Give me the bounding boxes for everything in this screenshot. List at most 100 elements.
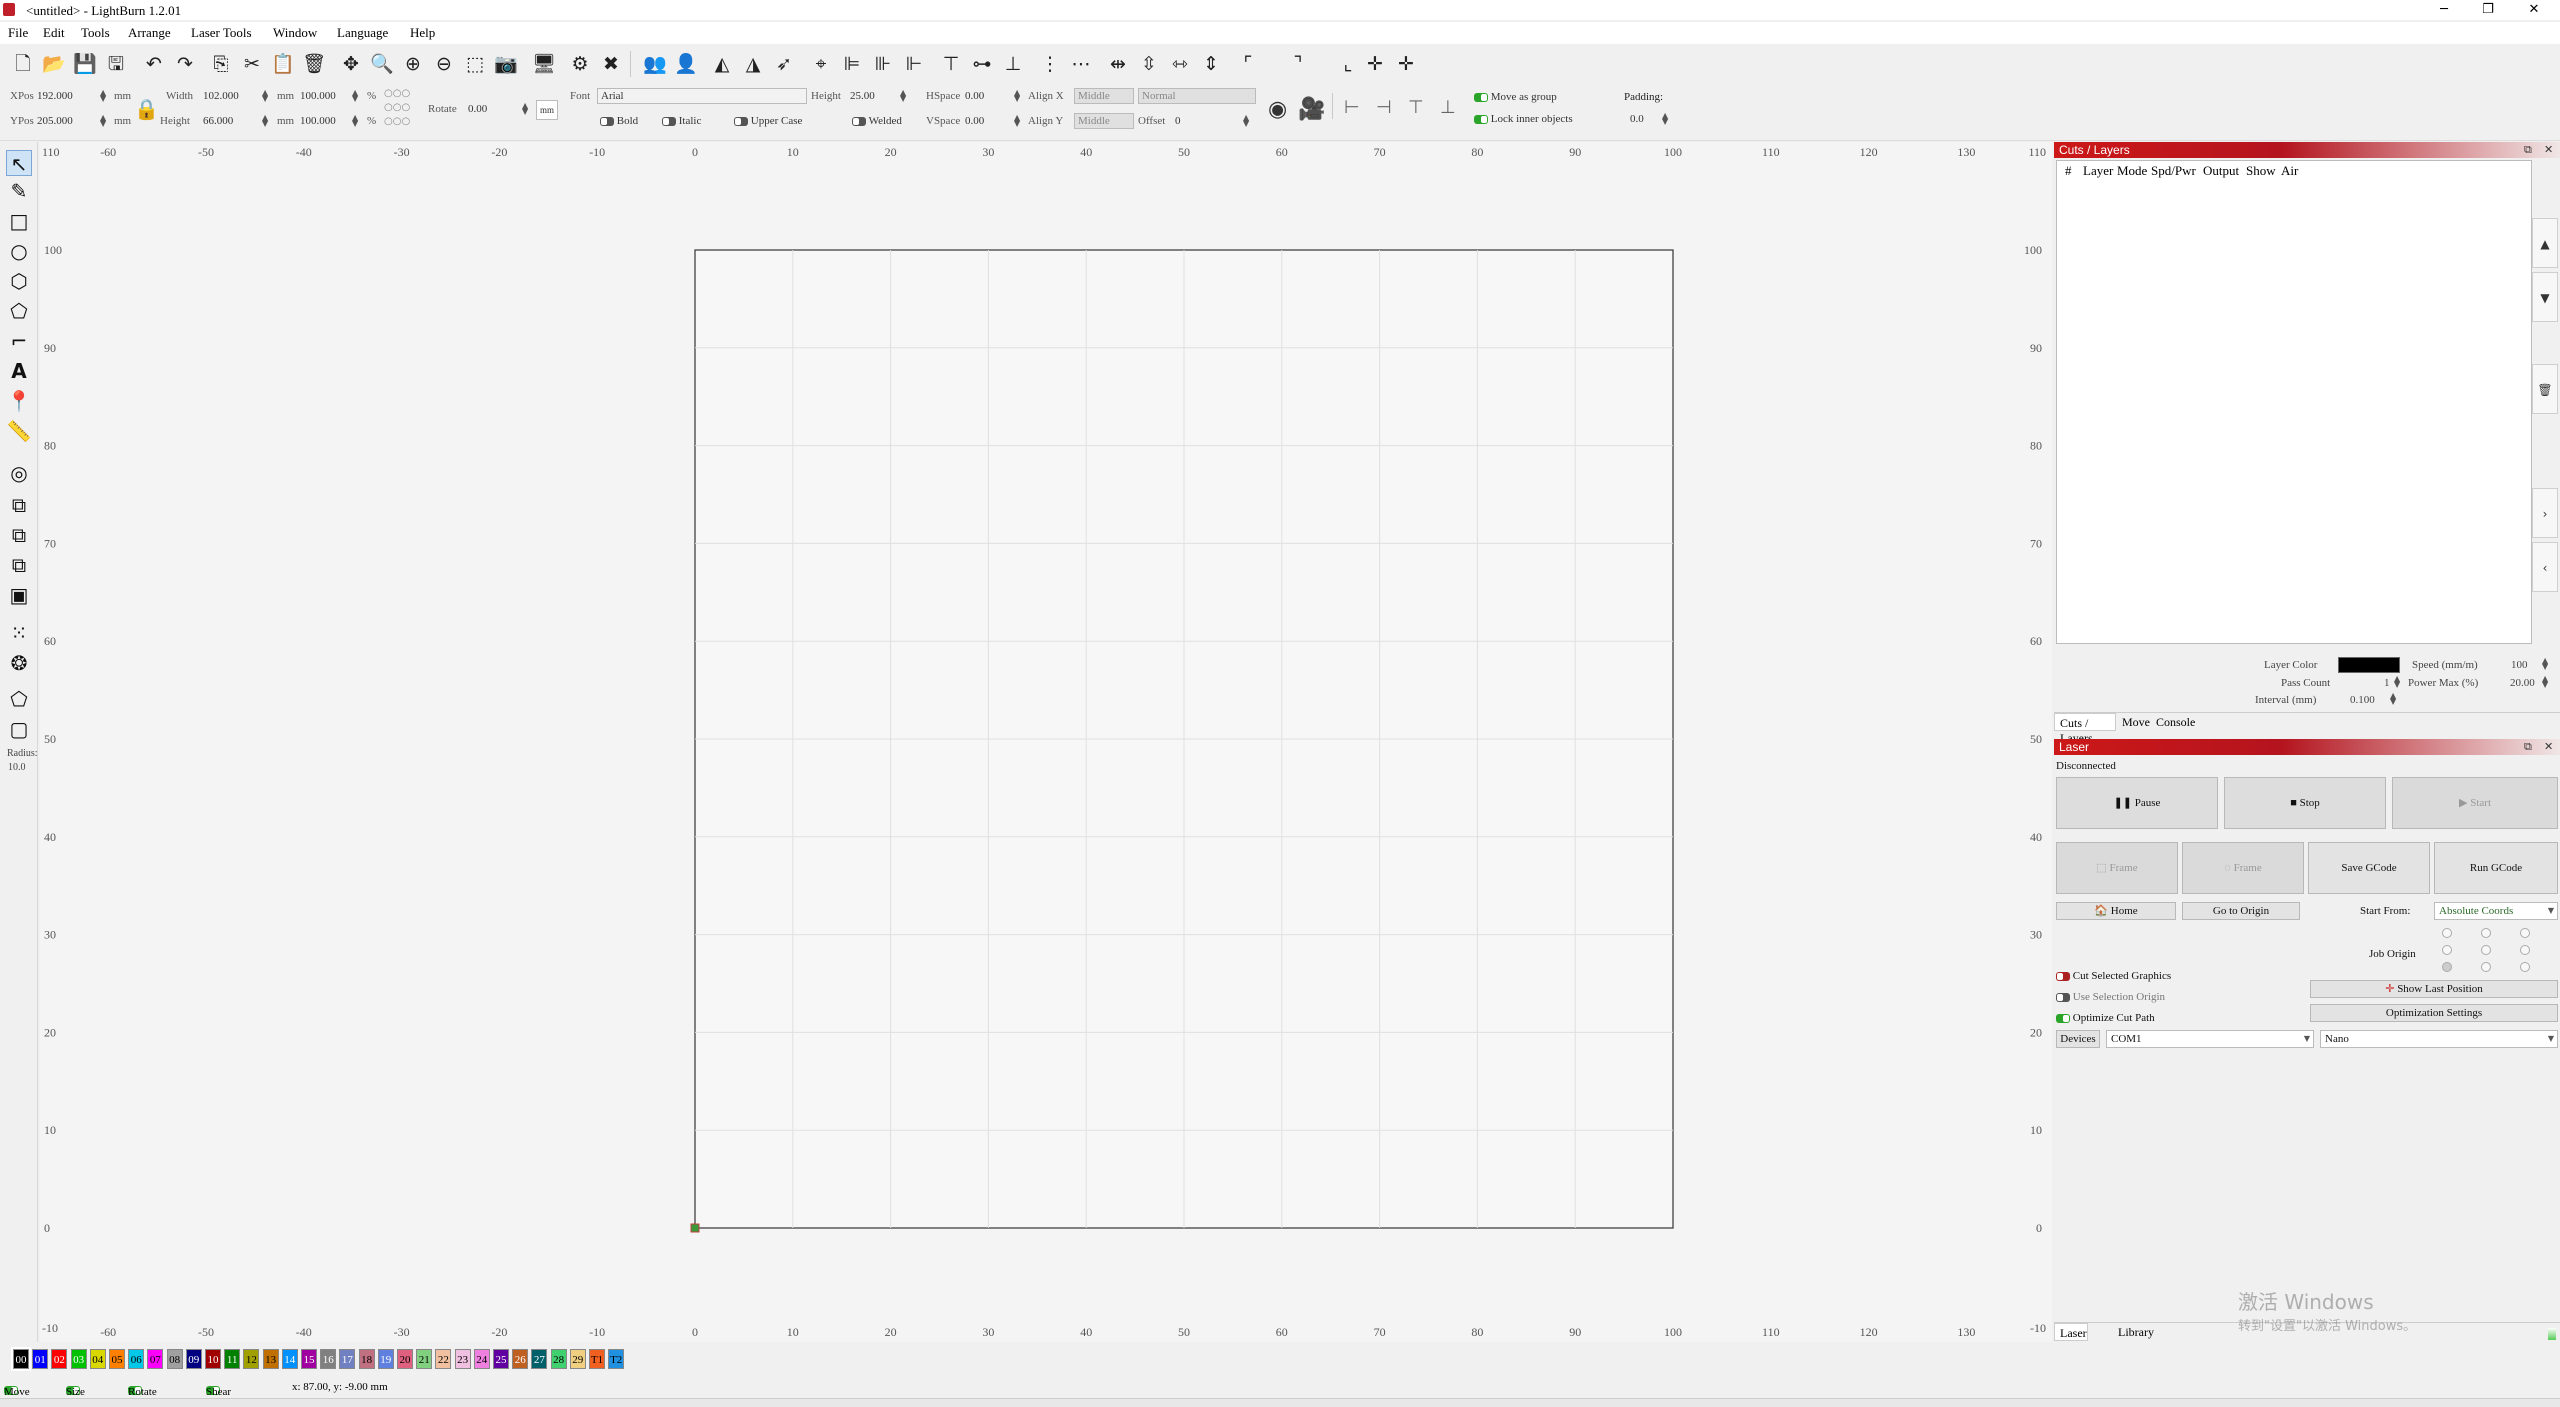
copy-icon[interactable]: ⎘ (208, 51, 234, 77)
palette-swatch-08[interactable]: 08 (166, 1349, 183, 1369)
origin-radio-bl[interactable] (2442, 962, 2452, 972)
panel-close-icon[interactable]: ✕ (2544, 142, 2553, 158)
xpos-input[interactable]: 192.000 (37, 90, 73, 102)
palette-swatch-12[interactable]: 12 (243, 1349, 260, 1369)
scale-w-input[interactable]: 100.000 (300, 90, 336, 102)
align-left-icon[interactable]: ⊫ (839, 51, 865, 77)
circular-array-icon[interactable]: ❂ (6, 650, 32, 676)
show-last-position-button[interactable]: ✛ Show Last Position (2310, 980, 2558, 998)
position-pin-icon[interactable]: 📍 (6, 388, 32, 414)
weld-icon[interactable]: ⧉ (6, 492, 32, 518)
origin-radio-tl[interactable] (2442, 928, 2452, 938)
boolean-intersect-icon[interactable]: ▣ (6, 582, 32, 608)
move-as-group-toggle[interactable]: Move as group (1474, 91, 1557, 103)
palette-swatch-04[interactable]: 04 (89, 1349, 106, 1369)
line-tool-icon[interactable]: ⌐ (6, 328, 32, 354)
tab-cuts-layers[interactable]: Cuts / Layers (2054, 713, 2116, 745)
ellipse-icon[interactable]: ○ (6, 238, 32, 264)
palette-swatch-17[interactable]: 17 (339, 1349, 356, 1369)
col-layer[interactable]: Layer (2083, 163, 2113, 179)
hspace-input[interactable]: 0.00 (965, 90, 984, 102)
layer-table[interactable]: # Layer Mode Spd/Pwr Output Show Air (2056, 160, 2532, 644)
align-right-icon[interactable]: ⊩ (901, 51, 927, 77)
use-selection-origin-toggle[interactable]: Use Selection Origin (2056, 991, 2165, 1003)
home-button[interactable]: 🏠 Home (2056, 902, 2176, 920)
palette-swatch-16[interactable]: 16 (320, 1349, 337, 1369)
xpos-spinner[interactable]: ▲ ▼ (100, 89, 106, 103)
italic-switch[interactable] (662, 116, 676, 126)
mirror-icon[interactable]: ◮ (740, 51, 766, 77)
corner-bl-icon[interactable]: ⌞ (1335, 51, 1361, 77)
origin-radio-ml[interactable] (2442, 945, 2452, 955)
col-mode[interactable]: Mode (2117, 163, 2147, 179)
send-icon[interactable]: ➶ (771, 51, 797, 77)
cut-icon[interactable]: ✂ (239, 51, 265, 77)
pause-button[interactable]: ❚❚ Pause (2056, 777, 2218, 829)
alignx-select[interactable]: Middle (1074, 88, 1134, 104)
work-canvas[interactable]: -60 -60 -50 -50 -40 -40 -30 -30 -20 -20 -10 -10 0 0 10… (40, 142, 2052, 1342)
menu-help[interactable]: Help (410, 25, 435, 41)
corner-chamfer-icon[interactable]: ▢ (6, 716, 32, 742)
align-middle-icon[interactable]: ⊶ (969, 51, 995, 77)
close-button[interactable]: ✕ (2512, 0, 2556, 20)
col-output[interactable]: Output (2203, 163, 2239, 179)
origin-radio-bc[interactable] (2481, 962, 2491, 972)
origin-radio-mr[interactable] (2520, 945, 2530, 955)
width-spinner[interactable]: ▲ ▼ (262, 89, 268, 103)
height-spinner[interactable]: ▲ ▼ (262, 114, 268, 128)
palette-swatch-27[interactable]: 27 (531, 1349, 548, 1369)
palette-swatch-26[interactable]: 26 (512, 1349, 529, 1369)
distribute-h-icon[interactable]: ⇹ (1105, 51, 1131, 77)
palette-swatch-19[interactable]: 19 (377, 1349, 394, 1369)
distribute-space-icon[interactable]: ⋯ (1068, 51, 1094, 77)
camera-icon[interactable]: 📷 (493, 51, 519, 77)
padding-input[interactable]: 0.0 (1630, 113, 1644, 125)
layer-color-swatch[interactable] (2338, 657, 2400, 673)
laser-float-icon[interactable]: ⧉ (2524, 739, 2532, 755)
interval-input[interactable]: 0.100 (2350, 694, 2375, 706)
new-file-icon[interactable]: 🗋 (10, 51, 36, 77)
monitor-icon[interactable]: 🖥 (531, 51, 557, 77)
palette-swatch-06[interactable]: 06 (128, 1349, 145, 1369)
edit-nodes-icon[interactable]: ✎ (6, 178, 32, 204)
bold-switch[interactable] (600, 116, 614, 126)
ypos-spinner[interactable]: ▲ ▼ (100, 114, 106, 128)
rectangle-icon[interactable]: □ (6, 208, 32, 234)
align-bottom-icon[interactable]: ⊥ (1000, 51, 1026, 77)
delete-layer-button[interactable]: 🗑 (2532, 364, 2558, 414)
font-select[interactable]: Arial (597, 88, 807, 104)
dock-bottom-icon[interactable]: ⊥ (1440, 97, 1456, 118)
height-input[interactable]: 66.000 (203, 115, 233, 127)
paste-icon[interactable]: 📋 (270, 51, 296, 77)
pass-count-input[interactable]: 1 (2384, 677, 2390, 689)
menu-tools[interactable]: Tools (81, 25, 110, 41)
boolean-union-icon[interactable]: ⧉ (6, 522, 32, 548)
palette-swatch-00[interactable]: 00 (11, 1347, 31, 1371)
power-max-spinner[interactable]: ▲ ▼ (2542, 675, 2548, 689)
welded-toggle[interactable]: Welded (852, 115, 902, 127)
panel-float-icon[interactable]: ⧉ (2524, 142, 2532, 158)
port-select[interactable]: COM1 ▼ (2106, 1030, 2314, 1048)
dock-right-icon[interactable]: ⊣ (1376, 97, 1392, 118)
expand-right-button[interactable]: › (2532, 488, 2558, 538)
optimization-settings-button[interactable]: Optimization Settings (2310, 1004, 2558, 1022)
run-gcode-button[interactable]: Run GCode (2434, 842, 2558, 894)
move-as-group-switch[interactable] (1474, 92, 1488, 102)
menu-language[interactable]: Language (337, 25, 388, 41)
corner-fillet-icon[interactable]: ⬠ (6, 686, 32, 712)
palette-swatch-t2[interactable]: T2 (608, 1349, 625, 1369)
palette-swatch-22[interactable]: 22 (435, 1349, 452, 1369)
offset-icon[interactable]: ◎ (6, 460, 32, 486)
ypos-input[interactable]: 205.000 (37, 115, 73, 127)
col-spd-pwr[interactable]: Spd/Pwr (2151, 163, 2196, 179)
group-users-icon[interactable]: 👥 (642, 51, 668, 77)
speed-input[interactable]: 100 (2511, 659, 2528, 671)
upper-case-switch[interactable] (734, 116, 748, 126)
laser-close-icon[interactable]: ✕ (2544, 739, 2553, 755)
units-toggle-button[interactable]: mm (536, 100, 558, 120)
radius-input[interactable]: 10.0 (8, 762, 26, 773)
zoom-fit-icon[interactable]: 🔍 (369, 51, 395, 77)
maximize-button[interactable]: ❐ (2466, 0, 2510, 20)
text-height-input[interactable]: 25.00 (850, 90, 875, 102)
tab-laser[interactable]: Laser (2054, 1323, 2088, 1341)
